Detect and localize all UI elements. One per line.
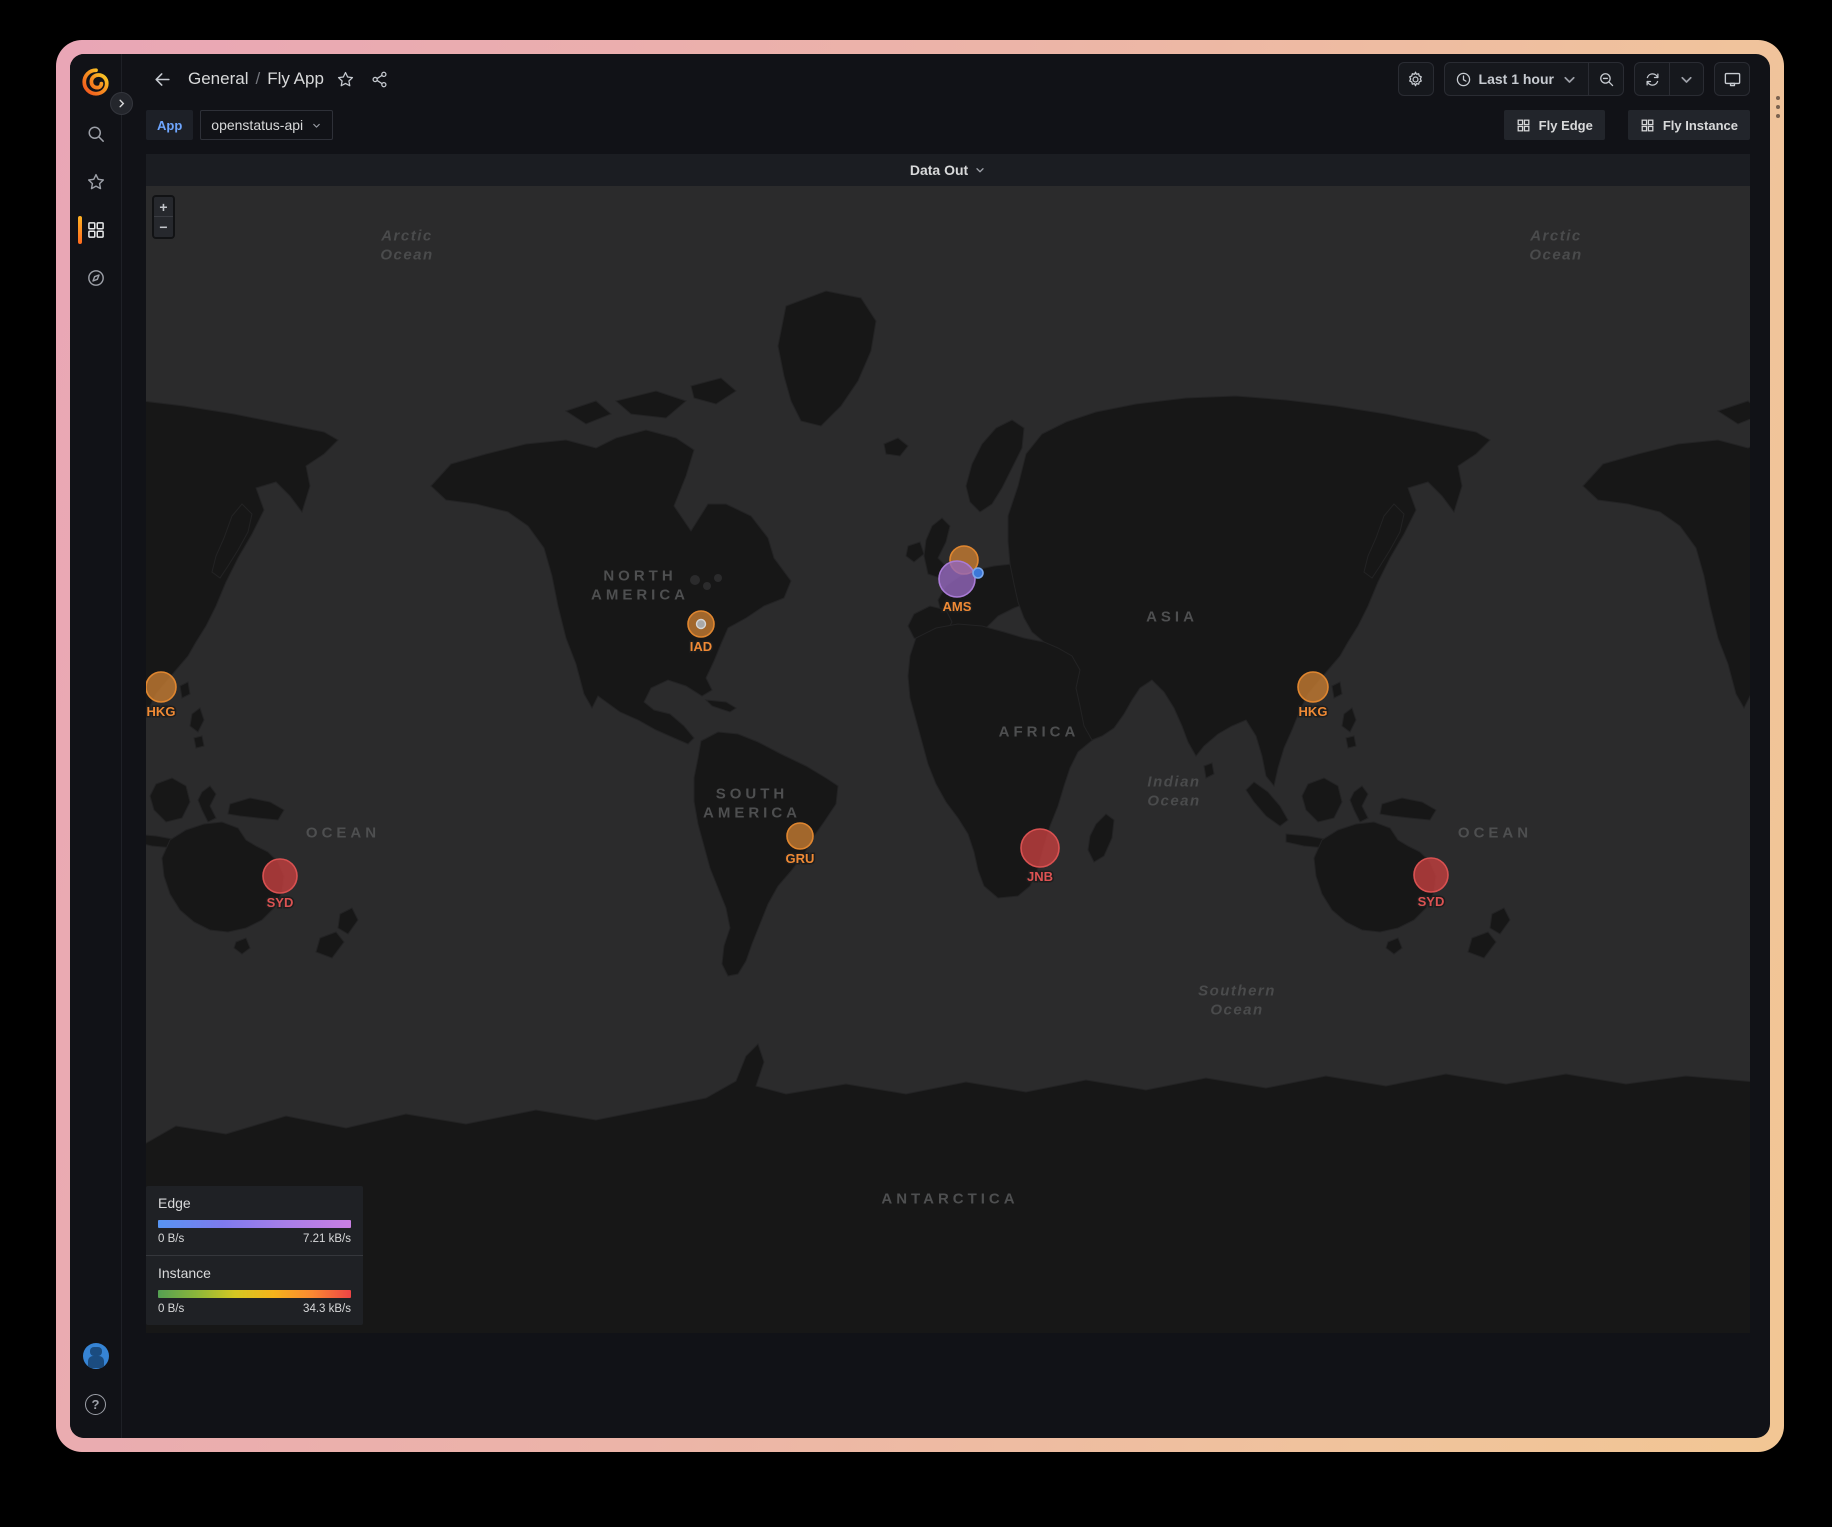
dashboard-settings-button[interactable]	[1398, 62, 1434, 96]
time-range-group: Last 1 hour	[1444, 62, 1624, 96]
fly-instance-link-button[interactable]: Fly Instance	[1628, 110, 1750, 140]
legend-max: 34.3 kB/s	[303, 1303, 351, 1315]
sidebar-item-profile[interactable]	[70, 1332, 122, 1380]
app-variable-value: openstatus-api	[211, 117, 303, 133]
breadcrumb[interactable]: General / Fly App	[188, 69, 324, 89]
map-marker-syd[interactable]	[263, 859, 297, 893]
map-marker-jnb[interactable]	[1021, 829, 1059, 867]
magnifier-minus-icon	[1598, 71, 1615, 88]
legend-gradient-edge	[158, 1220, 351, 1228]
sidebar-expand-button[interactable]	[110, 92, 133, 115]
map-zoom-controls: + −	[152, 195, 175, 239]
refresh-group	[1634, 62, 1704, 96]
map-zoom-in-button[interactable]: +	[154, 197, 173, 217]
variable-label-chip[interactable]: App	[146, 110, 193, 140]
map-marker-syd[interactable]	[1414, 858, 1448, 892]
apps-grid-icon	[1640, 118, 1655, 133]
map-marker-label: SYD	[267, 895, 294, 910]
map-marker-hkg[interactable]	[146, 672, 176, 702]
fly-instance-label: Fly Instance	[1663, 118, 1738, 133]
map-marker-label: SYD	[1418, 894, 1445, 909]
legend-min: 0 B/s	[158, 1303, 184, 1315]
legend-title: Edge	[158, 1195, 351, 1211]
sidebar-item-help[interactable]: ?	[70, 1380, 122, 1428]
compass-icon	[86, 268, 106, 288]
fly-edge-link-button[interactable]: Fly Edge	[1504, 110, 1605, 140]
back-button[interactable]	[146, 63, 178, 95]
search-icon	[86, 124, 106, 144]
map-marker-label: HKG	[1299, 704, 1328, 719]
map-legend: Edge 0 B/s 7.21 kB/s Instance	[146, 1186, 363, 1325]
map-marker-label: AMS	[943, 599, 972, 614]
gear-icon	[1406, 70, 1425, 89]
sidebar-item-explore[interactable]	[70, 254, 122, 302]
sidebar: ?	[70, 54, 122, 1438]
panel-title: Data Out	[910, 162, 968, 178]
chevron-right-icon	[116, 98, 127, 109]
chevron-down-icon	[974, 164, 986, 176]
fly-edge-label: Fly Edge	[1539, 118, 1593, 133]
share-icon	[370, 70, 389, 89]
question-circle-icon: ?	[85, 1394, 106, 1415]
grafana-flame-icon	[81, 67, 111, 97]
map-marker-label: GRU	[786, 851, 815, 866]
page-title: Fly App	[267, 69, 324, 88]
chevron-down-icon	[1561, 71, 1578, 88]
share-button[interactable]	[368, 63, 392, 95]
monitor-icon	[1723, 70, 1742, 89]
app-variable-dropdown[interactable]: openstatus-api	[200, 110, 333, 140]
active-indicator	[78, 216, 82, 244]
resize-handle-dots[interactable]	[1776, 96, 1780, 118]
map-marker-ams[interactable]	[939, 561, 975, 597]
world-map[interactable]: Arctic OceanArctic OceanNORTH AMERICAASI…	[146, 186, 1750, 1333]
legend-min: 0 B/s	[158, 1233, 184, 1245]
geomap-panel: Data Out	[146, 154, 1750, 1333]
map-zoom-out-button[interactable]: −	[154, 217, 173, 237]
avatar	[83, 1343, 109, 1369]
chevron-down-icon	[1678, 71, 1695, 88]
map-marker-hkg[interactable]	[1298, 672, 1328, 702]
refresh-interval-dropdown[interactable]	[1670, 63, 1703, 95]
grafana-window: ? General / Fly App	[70, 54, 1770, 1438]
chevron-down-icon	[311, 120, 322, 131]
legend-section-instance: Instance 0 B/s 34.3 kB/s	[146, 1255, 363, 1325]
refresh-icon	[1644, 71, 1661, 88]
legend-max: 7.21 kB/s	[303, 1233, 351, 1245]
main-area: General / Fly App	[122, 54, 1770, 1438]
map-marker-label: IAD	[690, 639, 712, 654]
zoom-out-time-button[interactable]	[1589, 63, 1623, 95]
kiosk-mode-button[interactable]	[1714, 62, 1750, 96]
submenu-bar: App openstatus-api Fly Edge	[146, 104, 1750, 146]
clock-icon	[1455, 71, 1472, 88]
star-icon	[86, 172, 106, 192]
map-marker-gru[interactable]	[787, 823, 813, 849]
legend-section-edge: Edge 0 B/s 7.21 kB/s	[146, 1186, 363, 1255]
sidebar-item-dashboards[interactable]	[70, 206, 122, 254]
star-icon	[336, 70, 355, 89]
map-marker-inner-dot	[697, 620, 706, 629]
legend-title: Instance	[158, 1265, 351, 1281]
apps-grid-icon	[1516, 118, 1531, 133]
time-range-label: Last 1 hour	[1479, 71, 1554, 87]
grafana-logo[interactable]	[78, 64, 114, 100]
time-range-picker[interactable]: Last 1 hour	[1445, 63, 1588, 95]
map-marker[interactable]	[973, 568, 983, 578]
sidebar-item-search[interactable]	[70, 110, 122, 158]
window-frame: ? General / Fly App	[56, 40, 1784, 1452]
marker-layer: HKG IAD AMS HKG GRU JNB SYD SYD	[146, 186, 1750, 1333]
map-marker-label: HKG	[147, 704, 176, 719]
panel-header[interactable]: Data Out	[146, 154, 1750, 186]
refresh-button[interactable]	[1635, 63, 1669, 95]
screen: ? General / Fly App	[0, 0, 1832, 1527]
breadcrumb-separator: /	[255, 69, 260, 88]
dashboards-grid-icon	[86, 220, 106, 240]
legend-gradient-instance	[158, 1290, 351, 1298]
map-marker-label: JNB	[1027, 869, 1053, 884]
sidebar-item-starred[interactable]	[70, 158, 122, 206]
dashboard-toolbar: General / Fly App	[146, 54, 1750, 104]
favorite-star-button[interactable]	[334, 63, 358, 95]
breadcrumb-section[interactable]: General	[188, 69, 248, 88]
arrow-left-icon	[153, 70, 172, 89]
